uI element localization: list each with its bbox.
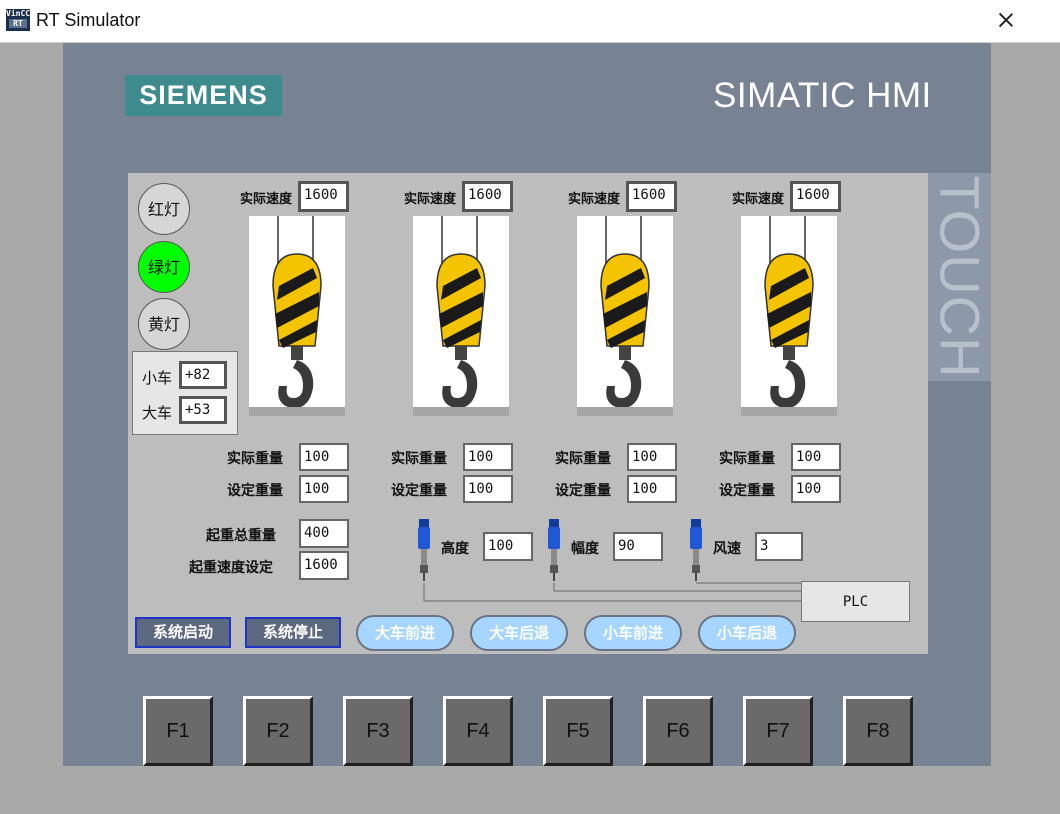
wind-speed-sensor-icon: [690, 519, 702, 581]
function-key-f7[interactable]: F7: [743, 696, 813, 766]
function-key-f3[interactable]: F3: [343, 696, 413, 766]
bridge-forward-button[interactable]: 大车前进: [356, 615, 454, 651]
amplitude-sensor-icon: [548, 519, 560, 581]
plc-block: PLC: [801, 581, 910, 622]
wind-speed-label: 风速: [713, 541, 741, 557]
function-key-f1[interactable]: F1: [143, 696, 213, 766]
function-key-f2[interactable]: F2: [243, 696, 313, 766]
trolley-forward-button[interactable]: 小车前进: [584, 615, 682, 651]
function-key-f5[interactable]: F5: [543, 696, 613, 766]
plc-wiring: [423, 582, 801, 602]
function-key-f4[interactable]: F4: [443, 696, 513, 766]
function-key-f6[interactable]: F6: [643, 696, 713, 766]
function-key-f8[interactable]: F8: [843, 696, 913, 766]
wind-speed-field: 3: [755, 532, 803, 561]
system-stop-button[interactable]: 系统停止: [245, 617, 341, 648]
height-label: 高度: [441, 541, 469, 557]
bridge-back-button[interactable]: 大车后退: [470, 615, 568, 651]
amplitude-label: 幅度: [571, 541, 599, 557]
height-sensor-icon: [418, 519, 430, 581]
height-field: 100: [483, 532, 533, 561]
amplitude-field: 90: [613, 532, 663, 561]
system-start-button[interactable]: 系统启动: [135, 617, 231, 648]
trolley-back-button[interactable]: 小车后退: [698, 615, 796, 651]
